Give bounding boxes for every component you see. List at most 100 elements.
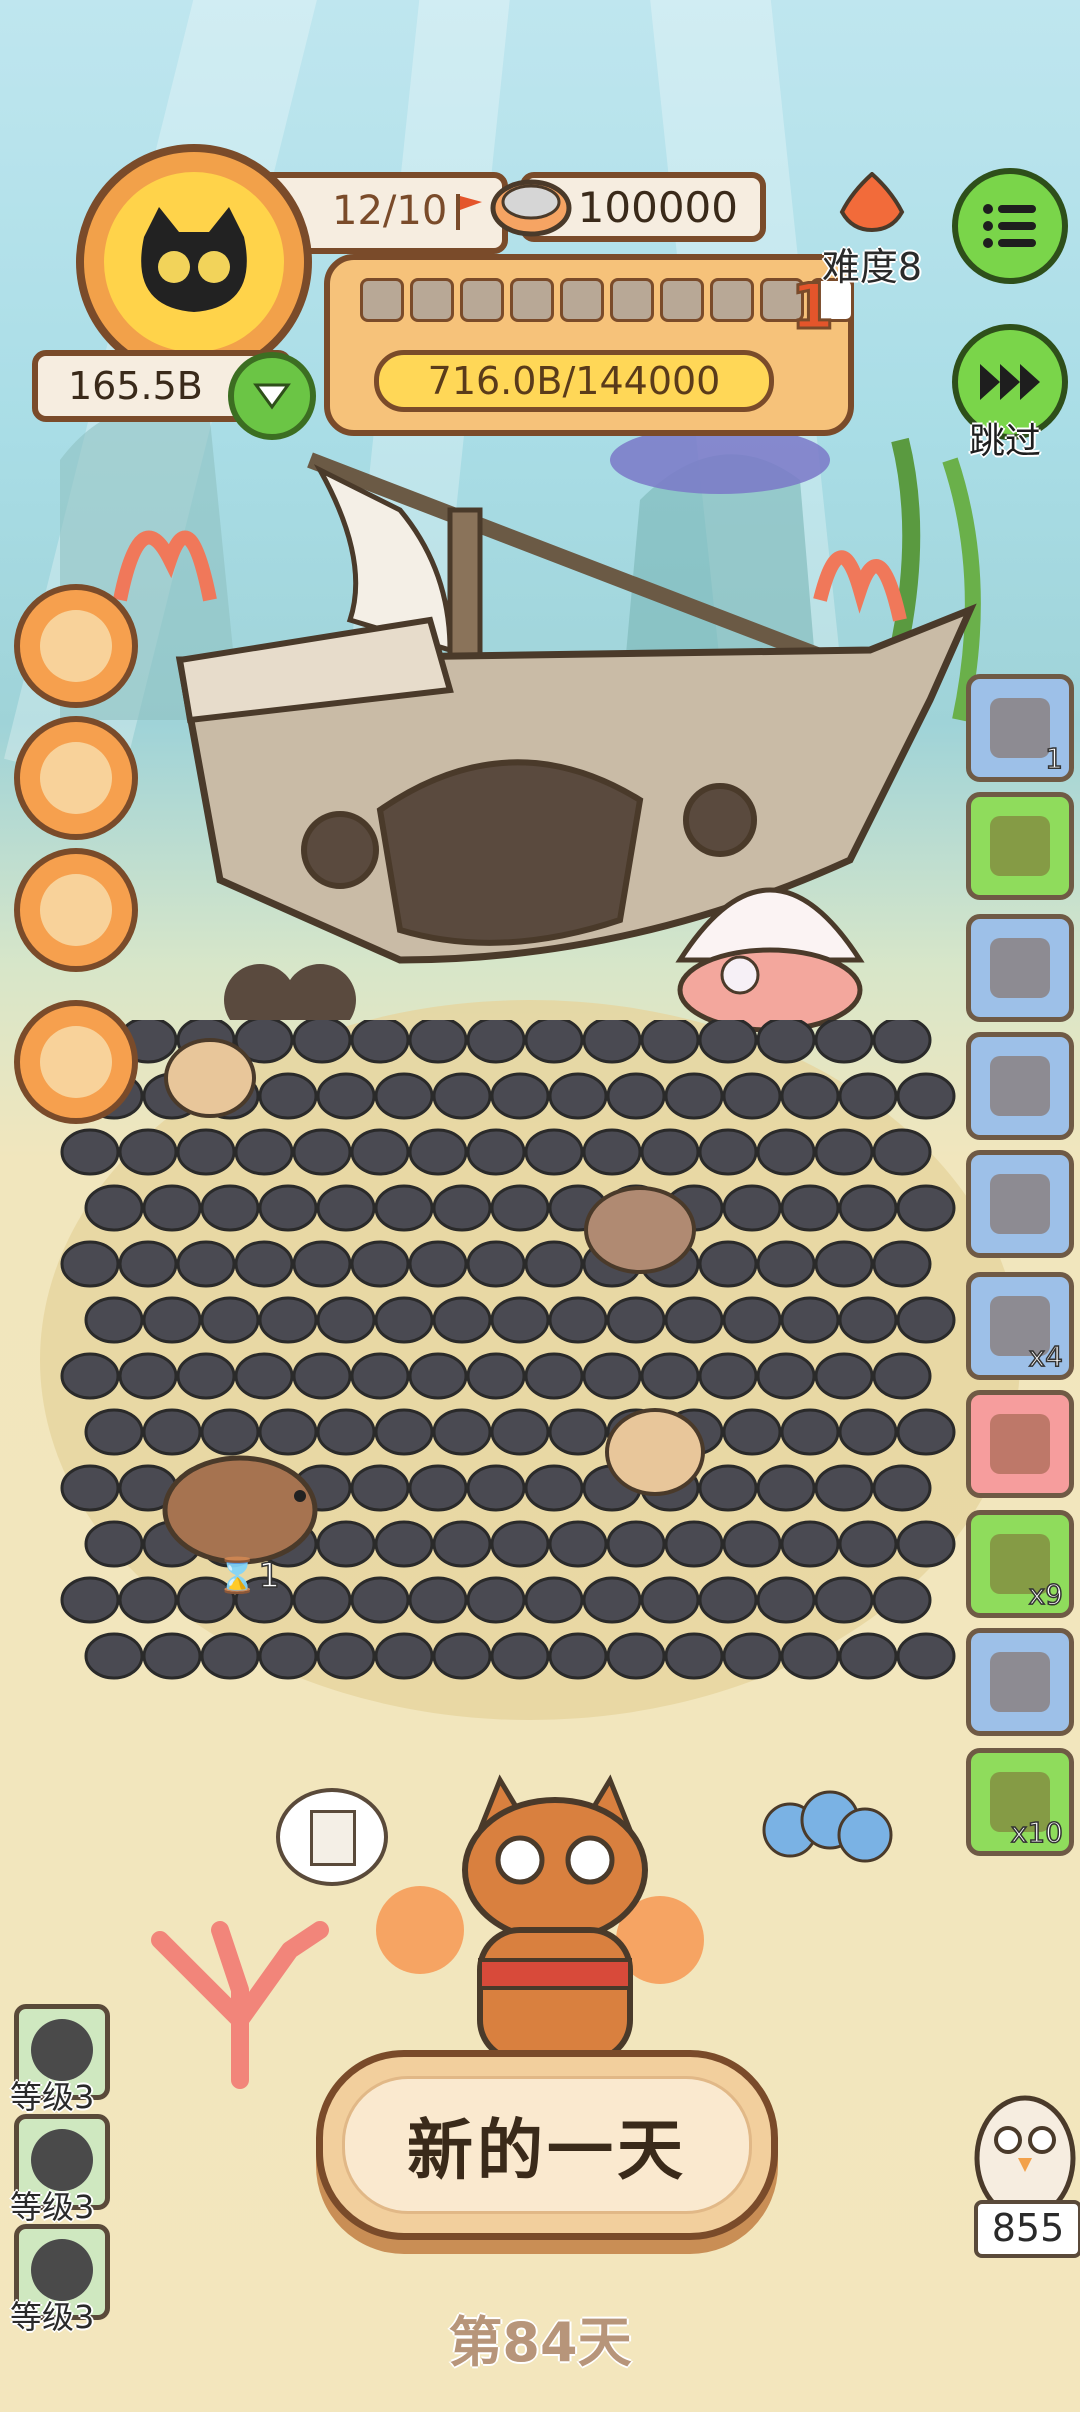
mole[interactable] [872, 1464, 932, 1512]
mole[interactable] [490, 1408, 550, 1456]
expand-down-button[interactable] [228, 352, 316, 440]
certificate-bubble[interactable] [276, 1788, 388, 1886]
mole[interactable] [374, 1520, 434, 1568]
mole[interactable] [756, 1352, 816, 1400]
mole[interactable] [490, 1520, 550, 1568]
mole[interactable] [872, 1020, 932, 1064]
mole[interactable] [200, 1632, 260, 1680]
mole[interactable] [698, 1352, 758, 1400]
mole[interactable] [722, 1072, 782, 1120]
mole[interactable] [466, 1240, 526, 1288]
mole[interactable] [490, 1296, 550, 1344]
mole[interactable] [582, 1020, 642, 1064]
mole[interactable] [722, 1296, 782, 1344]
mole[interactable] [640, 1352, 700, 1400]
mole[interactable] [258, 1072, 318, 1120]
mole[interactable] [814, 1240, 874, 1288]
mole[interactable] [350, 1352, 410, 1400]
mole[interactable] [722, 1520, 782, 1568]
mole[interactable] [872, 1128, 932, 1176]
mole[interactable] [350, 1240, 410, 1288]
shipwreck[interactable] [150, 400, 1030, 1020]
item-slot[interactable]: x9 [966, 1510, 1074, 1618]
mole[interactable] [756, 1128, 816, 1176]
cat-character[interactable] [360, 1770, 720, 2060]
mole[interactable] [350, 1464, 410, 1512]
mole[interactable] [698, 1128, 758, 1176]
mole[interactable] [258, 1632, 318, 1680]
mole[interactable] [292, 1020, 352, 1064]
mole[interactable] [814, 1352, 874, 1400]
mole[interactable] [60, 1576, 120, 1624]
mole[interactable] [582, 1352, 642, 1400]
mole[interactable] [408, 1352, 468, 1400]
mole[interactable] [872, 1240, 932, 1288]
mole[interactable] [814, 1464, 874, 1512]
mole[interactable] [896, 1184, 956, 1232]
menu-button[interactable] [952, 168, 1068, 284]
item-slot[interactable] [966, 914, 1074, 1022]
mole[interactable] [896, 1520, 956, 1568]
mole[interactable] [548, 1408, 608, 1456]
mole-field[interactable] [60, 1020, 980, 1740]
mole[interactable] [432, 1296, 492, 1344]
mole[interactable] [292, 1576, 352, 1624]
mole[interactable] [118, 1576, 178, 1624]
mole[interactable] [408, 1128, 468, 1176]
mole[interactable] [722, 1184, 782, 1232]
mole[interactable] [374, 1408, 434, 1456]
mole[interactable] [176, 1128, 236, 1176]
mole[interactable] [408, 1020, 468, 1064]
mole[interactable] [814, 1020, 874, 1064]
mole[interactable] [84, 1184, 144, 1232]
mole[interactable] [780, 1296, 840, 1344]
hamster[interactable] [160, 1030, 260, 1120]
mole[interactable] [756, 1020, 816, 1064]
mole[interactable] [780, 1520, 840, 1568]
mole[interactable] [756, 1464, 816, 1512]
mole[interactable] [838, 1408, 898, 1456]
mole[interactable] [200, 1184, 260, 1232]
mole[interactable] [872, 1576, 932, 1624]
lucky-cat-button[interactable] [14, 848, 138, 972]
mole[interactable] [490, 1184, 550, 1232]
mole[interactable] [466, 1020, 526, 1064]
mole[interactable] [548, 1072, 608, 1120]
mole[interactable] [838, 1296, 898, 1344]
mole[interactable] [408, 1464, 468, 1512]
capybara[interactable] [160, 1440, 330, 1570]
hamster[interactable] [600, 1400, 710, 1500]
mole[interactable] [292, 1240, 352, 1288]
mole[interactable] [524, 1020, 584, 1064]
mole[interactable] [524, 1128, 584, 1176]
mole[interactable] [814, 1128, 874, 1176]
mole[interactable] [432, 1408, 492, 1456]
mole[interactable] [548, 1520, 608, 1568]
mole[interactable] [698, 1576, 758, 1624]
item-slot[interactable] [966, 1390, 1074, 1498]
mole[interactable] [350, 1576, 410, 1624]
mole[interactable] [142, 1632, 202, 1680]
mole[interactable] [896, 1072, 956, 1120]
mole[interactable] [432, 1520, 492, 1568]
mole[interactable] [582, 1128, 642, 1176]
mole[interactable] [698, 1240, 758, 1288]
mole[interactable] [408, 1240, 468, 1288]
mole[interactable] [490, 1632, 550, 1680]
mole[interactable] [606, 1632, 666, 1680]
mole[interactable] [548, 1296, 608, 1344]
mole[interactable] [664, 1632, 724, 1680]
item-slot[interactable]: x4 [966, 1272, 1074, 1380]
mole[interactable] [756, 1240, 816, 1288]
walrus[interactable] [580, 1180, 700, 1280]
mole[interactable] [176, 1240, 236, 1288]
mole[interactable] [258, 1296, 318, 1344]
mole[interactable] [838, 1520, 898, 1568]
mole[interactable] [350, 1128, 410, 1176]
mole[interactable] [432, 1632, 492, 1680]
mole[interactable] [234, 1240, 294, 1288]
mole[interactable] [780, 1072, 840, 1120]
mole[interactable] [664, 1296, 724, 1344]
mole[interactable] [640, 1576, 700, 1624]
item-slot[interactable] [966, 1032, 1074, 1140]
